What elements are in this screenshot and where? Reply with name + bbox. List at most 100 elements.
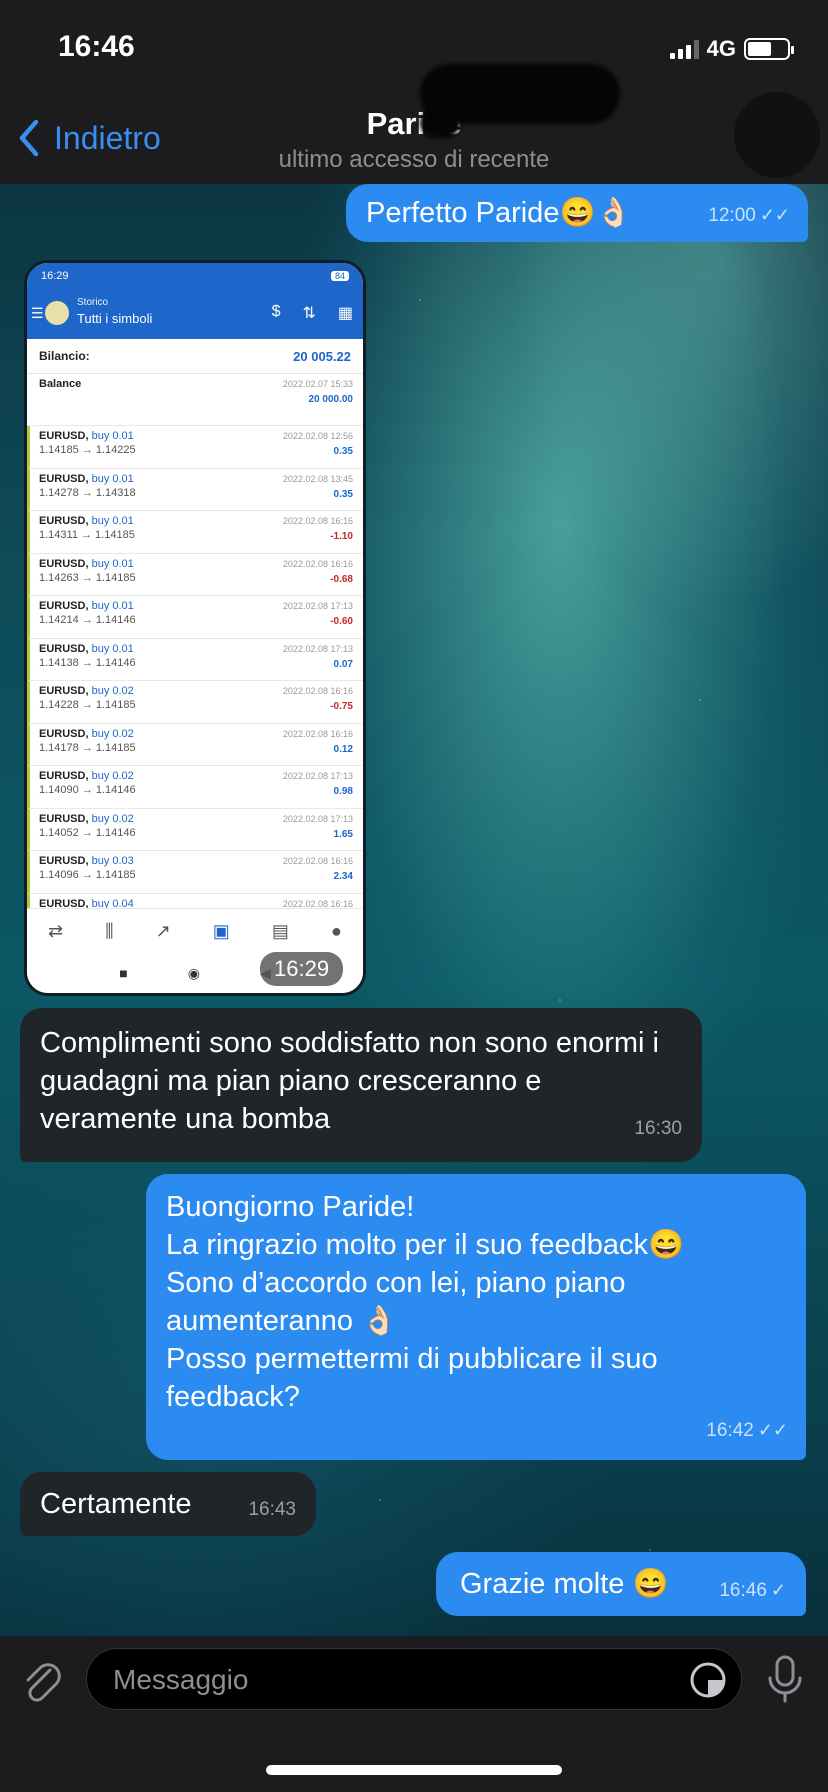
microphone-icon[interactable]	[762, 1654, 808, 1704]
sticker-icon[interactable]	[689, 1661, 727, 1699]
calendar-icon: ▦	[337, 305, 353, 322]
trade-date: 2022.02.08 12:56	[282, 431, 353, 441]
message-time: 16:46	[719, 1580, 767, 1601]
message-line: Buongiorno Paride!	[166, 1191, 415, 1223]
attach-icon[interactable]	[20, 1658, 64, 1706]
news-icon: ▤	[271, 920, 289, 941]
network-label: 4G	[706, 36, 736, 61]
trade-side: buy 0.01	[91, 472, 134, 485]
trade-side: buy 0.02	[91, 812, 134, 825]
trade-profit: -0.75	[330, 701, 353, 712]
chat-header: 16:46 4G Indietro Paride ultimo accesso …	[0, 0, 828, 184]
trade-side: buy 0.03	[91, 855, 134, 867]
trade-history-screenshot[interactable]: 16:29 84 ☰ Storico Tutti i simboli $ ⇅ ▦…	[24, 260, 366, 996]
shot-header: ☰ Storico Tutti i simboli $ ⇅ ▦	[27, 289, 363, 339]
message-time: 12:00	[708, 205, 756, 226]
message-time: 16:30	[634, 1118, 682, 1139]
message-incoming[interactable]: Complimenti sono soddisfatto non sono en…	[20, 1008, 702, 1162]
deposit-date: 2022.02.07 15:33	[282, 379, 353, 389]
deposit-value: 20 000.00	[308, 394, 354, 405]
chart-icon: ⫼	[105, 920, 114, 941]
trade-row: EURUSD, buy 0.02 1.14228 → 1.14185 2022.02…	[27, 681, 363, 724]
trade-row: EURUSD, buy 0.03 1.14096 → 1.14185 2022.02…	[27, 851, 363, 894]
trade-row: EURUSD, buy 0.01 1.14214 → 1.14146 2022.02…	[27, 596, 363, 639]
check-icon: ✓	[770, 1580, 786, 1600]
trade-date: 2022.02.08 17:13	[282, 601, 353, 611]
message-meta: 12:00 ✓✓	[708, 196, 790, 235]
trade-prices: 1.14278 → 1.14318	[39, 486, 136, 499]
chat-icon: ●	[331, 920, 342, 941]
trade-profit: 2.34	[333, 871, 353, 882]
double-check-icon: ✓✓	[759, 205, 790, 225]
avatar[interactable]	[734, 92, 820, 178]
deposit-row: Balance 2022.02.07 15:33 20 000.00	[27, 374, 363, 426]
trade-date: 2022.02.08 16:16	[282, 728, 353, 739]
message-outgoing[interactable]: Buongiorno Paride! La ringrazio molto pe…	[146, 1174, 806, 1460]
currency-icon: $	[271, 303, 281, 320]
trade-row: EURUSD, buy 0.01 1.14138 → 1.14146 2022.02…	[27, 638, 363, 681]
trade-side: buy 0.01	[91, 515, 134, 527]
trade-row: EURUSD, buy 0.01 1.14263 → 1.14185 2022.02…	[27, 553, 363, 596]
message-outgoing[interactable]: Grazie molte 😄 16:46 ✓	[436, 1552, 806, 1616]
app-logo	[45, 301, 69, 325]
trade-row: EURUSD, buy 0.02 1.14052 → 1.14146 2022.02…	[27, 808, 363, 851]
trade-row: EURUSD, buy 0.01 1.14278 → 1.14318 2022.02…	[27, 468, 363, 511]
message-line: Posso permettermi di pubblicare il suo f…	[166, 1343, 658, 1413]
trade-prices: 1.14185 → 1.14225	[39, 444, 136, 456]
trade-side: buy 0.01	[91, 600, 134, 612]
sort-icon: ⇅	[302, 305, 316, 322]
message-time: 16:42	[706, 1420, 754, 1441]
message-line: Sono d’accordo con lei, piano piano aume…	[166, 1267, 626, 1337]
trade-prices: 1.14178 → 1.14185	[39, 741, 136, 754]
home-indicator	[266, 1765, 562, 1775]
balance-value: 20 005.22	[293, 348, 351, 364]
battery-icon	[744, 38, 794, 60]
trade-prices: 1.14263 → 1.14185	[39, 571, 136, 584]
message-time: 16:43	[248, 1499, 296, 1520]
trade-date: 2022.02.08 16:16	[282, 686, 353, 696]
trade-date: 2022.02.08 17:13	[282, 813, 353, 824]
trade-side: buy 0.02	[91, 770, 134, 782]
square-icon: ■	[119, 965, 128, 981]
trade-side: buy 0.01	[91, 642, 134, 655]
trade-profit: -0.60	[330, 616, 353, 627]
message-outgoing[interactable]: Perfetto Paride😄👌🏻 12:00 ✓✓	[346, 184, 808, 242]
redaction	[420, 108, 460, 138]
shot-header-title: Tutti i simboli	[77, 311, 153, 326]
chat-screen: 16:46 4G Indietro Paride ultimo accesso …	[0, 0, 828, 1792]
trade-date: 2022.02.08 16:16	[282, 516, 353, 526]
trade-icon: ↗	[155, 920, 171, 941]
trade-row: EURUSD, buy 0.01 1.14185 → 1.14225 2022.02…	[27, 426, 363, 469]
trade-side: buy 0.02	[91, 727, 134, 740]
trade-prices: 1.14228 → 1.14185	[39, 699, 136, 711]
message-text: Perfetto Paride😄👌🏻	[366, 197, 632, 229]
message-meta: 16:46 ✓	[719, 1571, 786, 1610]
message-text: Certamente	[40, 1488, 192, 1520]
message-incoming[interactable]: Certamente 16:43	[20, 1472, 316, 1536]
trade-prices: 1.14096 → 1.14185	[39, 869, 136, 881]
trade-side: buy 0.02	[91, 685, 134, 697]
message-meta: 16:42 ✓✓	[706, 1411, 788, 1450]
shot-statusbar-time: 16:29	[41, 270, 69, 282]
message-input[interactable]	[111, 1659, 655, 1701]
shot-header-icons: $ ⇅ ▦	[272, 303, 353, 323]
menu-icon: ☰	[31, 305, 44, 321]
trade-date: 2022.02.08 16:16	[282, 558, 353, 569]
trade-prices: 1.14214 → 1.14146	[39, 614, 136, 626]
status-time: 16:46	[58, 30, 135, 63]
trade-profit: 0.12	[333, 743, 353, 755]
shot-battery: 84	[330, 271, 349, 281]
shot-header-small: Storico	[77, 297, 109, 308]
quotes-icon: ⇄	[48, 920, 64, 941]
trade-profit: 0.98	[333, 786, 353, 797]
trade-profit: 0.35	[333, 488, 353, 500]
double-check-icon: ✓✓	[757, 1420, 788, 1440]
trade-date: 2022.02.08 17:13	[282, 643, 353, 654]
trade-profit: 0.07	[333, 658, 353, 670]
message-field[interactable]	[86, 1648, 742, 1710]
composer	[0, 1636, 828, 1792]
contact-name[interactable]: Paride	[0, 106, 828, 142]
status-icons: 4G	[669, 36, 794, 62]
message-text: Grazie molte 😄	[460, 1568, 669, 1600]
image-time: 16:29	[260, 952, 344, 986]
